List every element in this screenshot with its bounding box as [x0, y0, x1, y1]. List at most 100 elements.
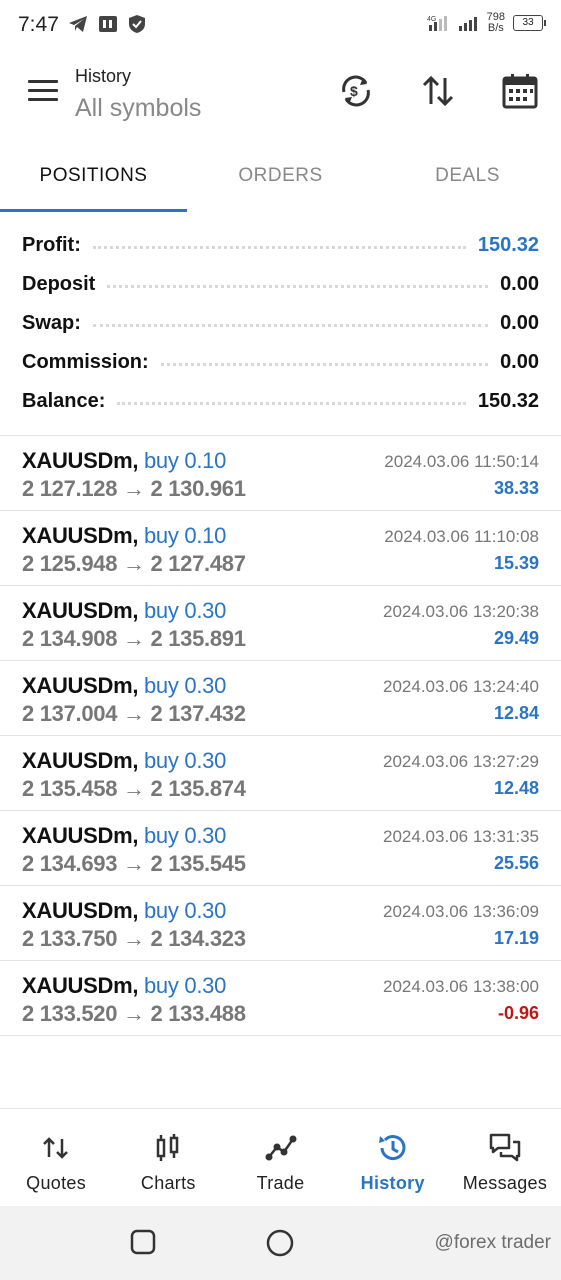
menu-icon[interactable]	[28, 80, 58, 104]
swap-value: 0.00	[500, 312, 539, 334]
nav-history[interactable]: History	[337, 1109, 449, 1207]
nav-label: History	[360, 1173, 425, 1193]
position-row[interactable]: XAUUSDm, buy 0.30 2 133.520 → 2 133.488 …	[0, 960, 561, 1036]
position-symbol: XAUUSDm,	[22, 598, 139, 623]
history-icon	[378, 1135, 406, 1161]
position-profit: 38.33	[493, 478, 539, 498]
deposit-label: Deposit	[22, 273, 96, 295]
nav-label: Charts	[140, 1173, 196, 1193]
nav-label: Messages	[462, 1173, 548, 1193]
position-row[interactable]: XAUUSDm, buy 0.30 2 135.458 → 2 135.874 …	[0, 735, 561, 810]
position-row[interactable]: XAUUSDm, buy 0.30 2 134.908 → 2 135.891 …	[0, 585, 561, 660]
position-row[interactable]: XAUUSDm, buy 0.30 2 133.750 → 2 134.323 …	[0, 885, 561, 960]
position-time: 2024.03.06 11:50:14	[384, 452, 539, 471]
app-bar: History All symbols $	[0, 56, 561, 146]
position-row[interactable]: XAUUSDm, buy 0.10 2 127.128 → 2 130.961 …	[0, 435, 561, 510]
commission-label: Commission:	[22, 351, 149, 373]
position-prices: 2 133.520 → 2 133.488	[22, 1001, 246, 1026]
nav-charts[interactable]: Charts	[112, 1109, 224, 1207]
positions-list: XAUUSDm, buy 0.10 2 127.128 → 2 130.961 …	[0, 435, 561, 1036]
position-profit: 15.39	[493, 553, 539, 573]
position-symbol: XAUUSDm,	[22, 898, 139, 923]
position-type: buy 0.10	[144, 523, 227, 548]
page-title: History	[75, 66, 132, 86]
status-bar: 7:47 4G 798 B/s 33	[0, 0, 561, 52]
position-type: buy 0.10	[144, 448, 227, 473]
status-time: 7:47	[18, 13, 59, 36]
position-type: buy 0.30	[144, 673, 227, 698]
position-profit: 17.19	[493, 928, 539, 948]
currency-exchange-icon[interactable]: $	[337, 72, 375, 110]
quotes-icon	[43, 1137, 68, 1159]
balance-label: Balance:	[22, 390, 106, 412]
nav-label: Trade	[256, 1173, 305, 1193]
position-profit: 12.48	[493, 778, 539, 798]
position-time: 2024.03.06 13:36:09	[383, 902, 539, 921]
sort-icon[interactable]	[419, 72, 457, 110]
tab-orders[interactable]: ORDERS	[187, 152, 374, 212]
position-time: 2024.03.06 13:27:29	[383, 752, 539, 771]
position-symbol: XAUUSDm,	[22, 523, 139, 548]
recents-icon[interactable]	[130, 1229, 156, 1255]
messages-icon	[489, 1133, 521, 1162]
position-symbol: XAUUSDm,	[22, 448, 139, 473]
position-profit: 12.84	[493, 703, 539, 723]
position-prices: 2 127.128 → 2 130.961	[22, 476, 246, 501]
profit-label: Profit:	[22, 234, 81, 256]
balance-value: 150.32	[477, 390, 539, 412]
nav-quotes[interactable]: Quotes	[0, 1109, 112, 1207]
home-icon[interactable]	[266, 1229, 294, 1257]
calendar-icon[interactable]	[501, 72, 539, 110]
shield-icon	[129, 15, 145, 33]
tab-positions[interactable]: POSITIONS	[0, 152, 187, 212]
account-summary: Profit: 150.32 Deposit 0.00 Swap: 0.00 C…	[0, 226, 561, 421]
position-prices: 2 137.004 → 2 137.432	[22, 701, 246, 726]
network-speed: 798 B/s	[486, 11, 505, 34]
position-time: 2024.03.06 13:20:38	[383, 602, 539, 621]
position-type: buy 0.30	[144, 898, 227, 923]
nav-trade[interactable]: Trade	[224, 1109, 336, 1207]
position-symbol: XAUUSDm,	[22, 823, 139, 848]
swap-label: Swap:	[22, 312, 81, 334]
tab-deals[interactable]: DEALS	[374, 152, 561, 212]
nav-label: Quotes	[26, 1173, 87, 1193]
position-time: 2024.03.06 13:24:40	[383, 677, 539, 696]
position-row[interactable]: XAUUSDm, buy 0.30 2 137.004 → 2 137.432 …	[0, 660, 561, 735]
position-prices: 2 133.750 → 2 134.323	[22, 926, 246, 951]
bottom-navigation: Quotes Charts Trade History Messages	[0, 1108, 561, 1207]
position-row[interactable]: XAUUSDm, buy 0.30 2 134.693 → 2 135.545 …	[0, 810, 561, 885]
commission-row: Commission: 0.00	[0, 343, 561, 382]
position-time: 2024.03.06 13:38:00	[383, 977, 539, 996]
balance-row: Balance: 150.32	[0, 382, 561, 421]
symbol-filter[interactable]: All symbols	[75, 94, 201, 123]
position-prices: 2 125.948 → 2 127.487	[22, 551, 246, 576]
position-profit: -0.96	[497, 1003, 539, 1023]
position-prices: 2 134.693 → 2 135.545	[22, 851, 246, 876]
position-prices: 2 134.908 → 2 135.891	[22, 626, 246, 651]
position-row[interactable]: XAUUSDm, buy 0.10 2 125.948 → 2 127.487 …	[0, 510, 561, 585]
position-type: buy 0.30	[144, 748, 227, 773]
signal-icon	[458, 17, 477, 31]
system-navigation: @forex trader	[0, 1206, 561, 1280]
profit-value: 150.32	[477, 234, 539, 256]
position-type: buy 0.30	[144, 823, 227, 848]
position-time: 2024.03.06 11:10:08	[384, 527, 539, 546]
nav-messages[interactable]: Messages	[449, 1109, 561, 1207]
app-notification-icon	[99, 16, 117, 32]
position-symbol: XAUUSDm,	[22, 748, 139, 773]
position-prices: 2 135.458 → 2 135.874	[22, 776, 246, 801]
watermark: @forex trader	[434, 1232, 551, 1253]
battery-indicator: 33	[513, 15, 546, 31]
position-symbol: XAUUSDm,	[22, 673, 139, 698]
svg-text:4G: 4G	[427, 16, 436, 23]
position-time: 2024.03.06 13:31:35	[383, 827, 539, 846]
swap-row: Swap: 0.00	[0, 304, 561, 343]
position-symbol: XAUUSDm,	[22, 973, 139, 998]
signal-4g-icon: 4G	[427, 16, 447, 31]
position-type: buy 0.30	[144, 598, 227, 623]
svg-text:$: $	[350, 83, 358, 99]
position-type: buy 0.30	[144, 973, 227, 998]
commission-value: 0.00	[500, 351, 539, 373]
deposit-value: 0.00	[500, 273, 539, 295]
telegram-icon	[69, 16, 87, 32]
